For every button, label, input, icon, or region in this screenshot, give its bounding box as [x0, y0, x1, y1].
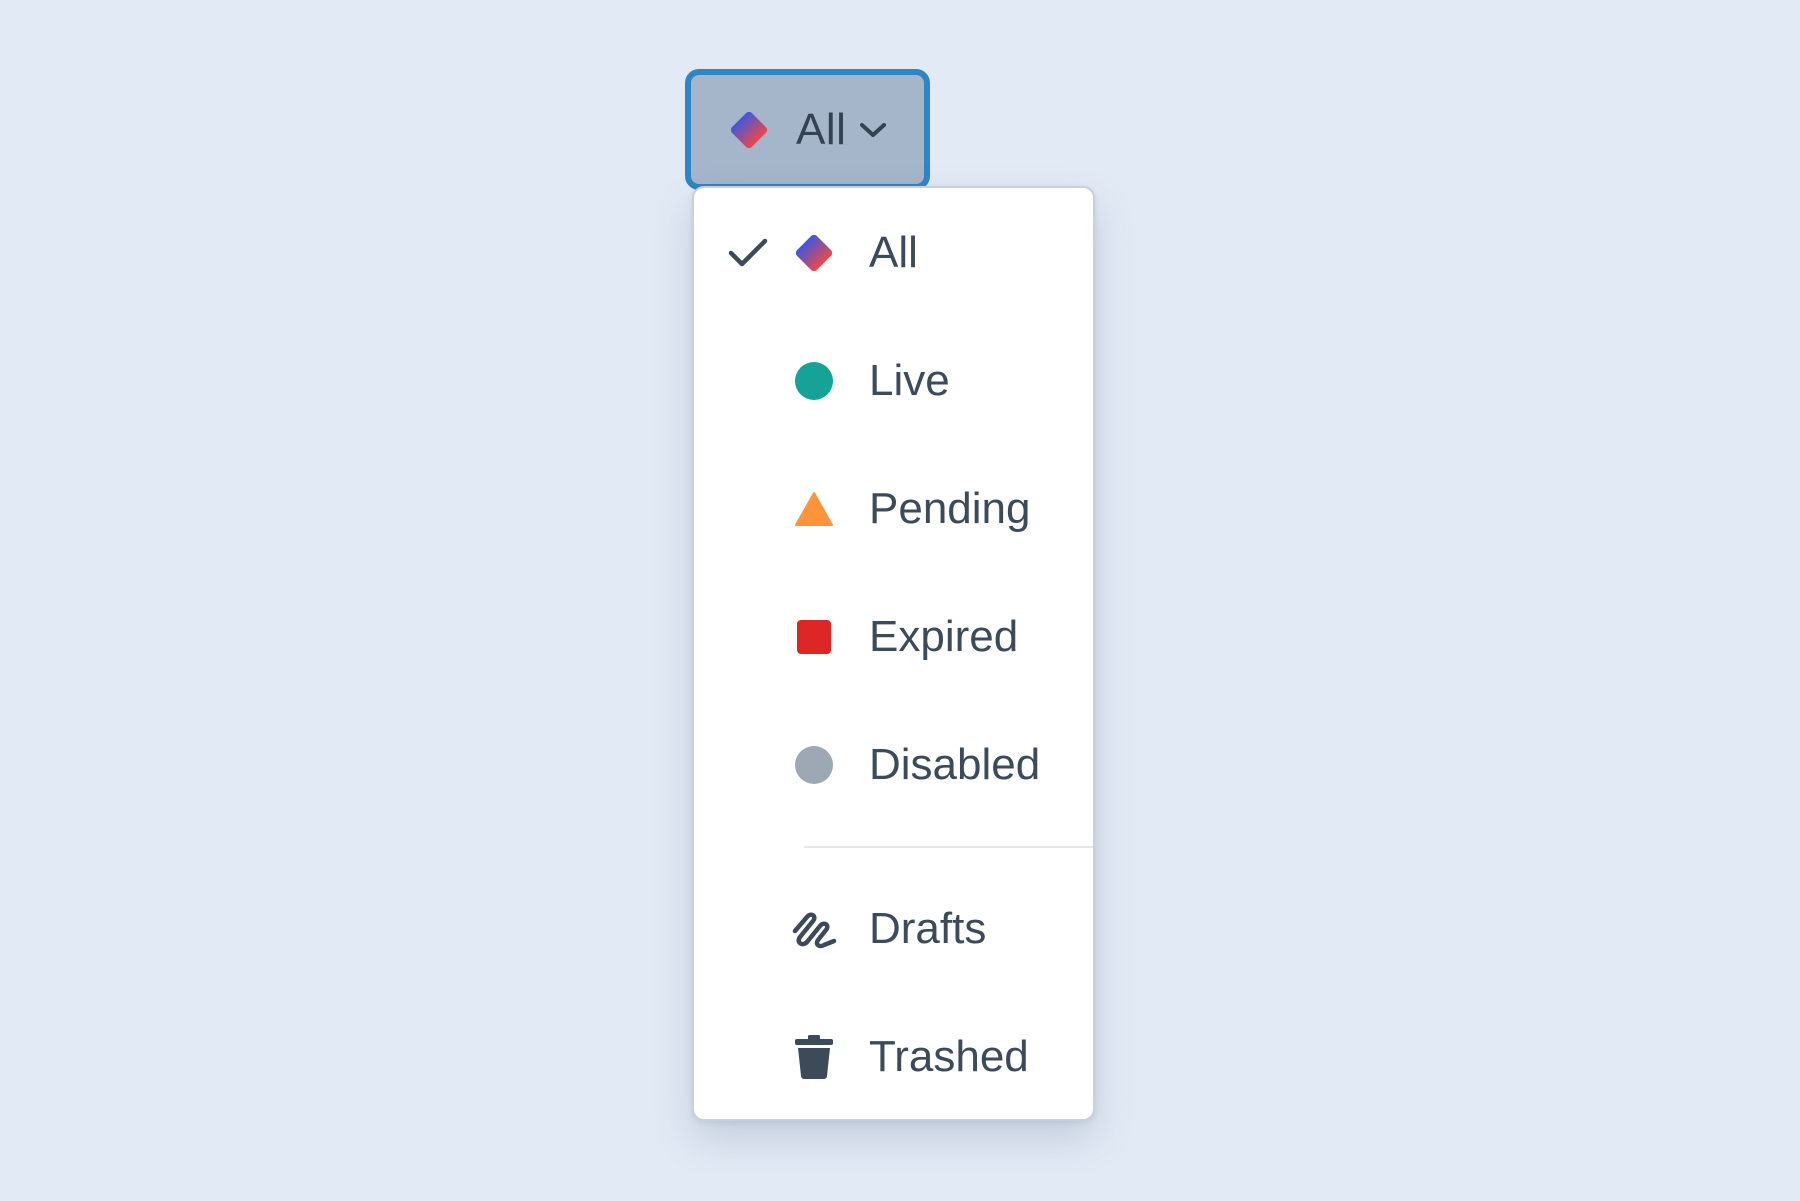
menu-item-label: Drafts	[869, 904, 987, 953]
diamond-icon	[790, 229, 838, 277]
checkmark-icon	[726, 231, 770, 275]
menu-item-label: Live	[869, 356, 950, 405]
page: All All Live Pending Expired Disabled Dr…	[0, 0, 1800, 1201]
menu-item-drafts[interactable]: Drafts	[694, 874, 1093, 984]
menu-item-label: Expired	[869, 612, 1019, 661]
chevron-down-icon	[858, 115, 888, 145]
diamond-icon	[725, 106, 773, 154]
status-filter-dropdown-button[interactable]: All	[685, 69, 930, 190]
menu-item-live[interactable]: Live	[694, 326, 1093, 436]
menu-item-trashed[interactable]: Trashed	[694, 1002, 1093, 1112]
menu-item-label: Disabled	[869, 740, 1041, 789]
square-icon	[790, 613, 838, 661]
triangle-icon	[790, 485, 838, 533]
menu-item-expired[interactable]: Expired	[694, 582, 1093, 692]
menu-item-disabled[interactable]: Disabled	[694, 710, 1093, 820]
squiggle-icon	[790, 905, 838, 953]
status-filter-menu: All Live Pending Expired Disabled Drafts…	[692, 186, 1095, 1121]
menu-item-pending[interactable]: Pending	[694, 454, 1093, 564]
menu-item-label: Pending	[869, 484, 1031, 533]
menu-item-all[interactable]: All	[694, 198, 1093, 308]
menu-item-label: Trashed	[869, 1032, 1029, 1081]
circle-icon	[790, 741, 838, 789]
menu-divider	[804, 846, 1093, 848]
trash-icon	[790, 1033, 838, 1081]
menu-item-label: All	[869, 228, 918, 277]
circle-icon	[790, 357, 838, 405]
dropdown-selected-label: All	[796, 104, 847, 154]
